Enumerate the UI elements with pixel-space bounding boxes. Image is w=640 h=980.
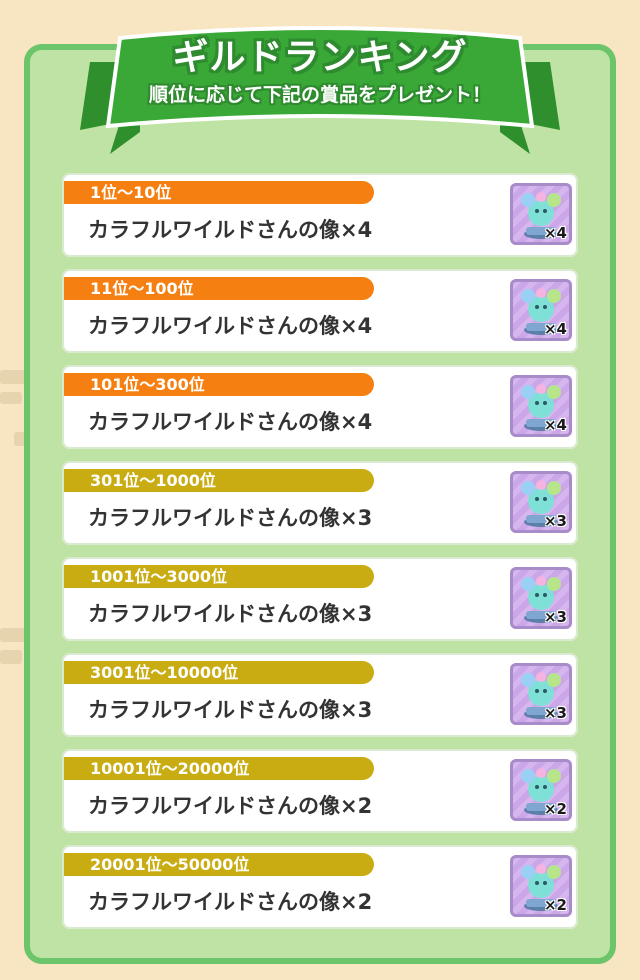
statue-icon: ×3 (510, 663, 572, 725)
rank-range-label: 11位～100位 (64, 277, 374, 300)
statue-icon: ×2 (510, 759, 572, 821)
statue-icon: ×2 (510, 855, 572, 917)
background-decoration (0, 650, 22, 664)
reward-row: 10001位～20000位カラフルワイルドさんの像×2 ×2 (62, 749, 578, 833)
reward-item-name: カラフルワイルドさんの像×3 (88, 698, 373, 722)
reward-item-name: カラフルワイルドさんの像×3 (88, 602, 373, 626)
reward-row: 301位～1000位カラフルワイルドさんの像×3 ×3 (62, 461, 578, 545)
reward-item-name: カラフルワイルドさんの像×4 (88, 410, 373, 434)
statue-icon: ×3 (510, 567, 572, 629)
statue-icon: ×4 (510, 375, 572, 437)
reward-quantity: ×2 (543, 896, 567, 914)
statue-icon: ×3 (510, 471, 572, 533)
rank-range-label: 101位～300位 (64, 373, 374, 396)
reward-quantity: ×4 (543, 320, 567, 338)
reward-row: 20001位～50000位カラフルワイルドさんの像×2 ×2 (62, 845, 578, 929)
reward-quantity: ×3 (543, 512, 567, 530)
statue-icon: ×4 (510, 279, 572, 341)
reward-item-name: カラフルワイルドさんの像×2 (88, 794, 373, 818)
rank-range-label: 10001位～20000位 (64, 757, 374, 780)
reward-row: 1位～10位カラフルワイルドさんの像×4 ×4 (62, 173, 578, 257)
reward-item-name: カラフルワイルドさんの像×4 (88, 218, 373, 242)
background-decoration (0, 392, 22, 404)
page-subtitle: 順位に応じて下記の賞品をプレゼント！ (148, 84, 491, 106)
rank-range-label: 1位～10位 (64, 181, 374, 204)
reward-list: 1位～10位 カラフルワイルドさんの像×4 ×4 11位～100位 カラフルワイルドさん… (62, 173, 578, 941)
reward-quantity: ×3 (543, 608, 567, 626)
reward-quantity: ×2 (543, 800, 567, 818)
statue-icon: ×4 (510, 183, 572, 245)
page-title: ギルドランキング (172, 37, 468, 78)
background-decoration (0, 628, 26, 642)
rank-range-label: 1001位～3000位 (64, 565, 374, 588)
reward-item-name: カラフルワイルドさんの像×2 (88, 890, 373, 914)
rank-range-label: 301位～1000位 (64, 469, 374, 492)
reward-row: 1001位～3000位カラフルワイルドさんの像×3 ×3 (62, 557, 578, 641)
reward-quantity: ×4 (543, 224, 567, 242)
reward-row: 3001位～10000位カラフルワイルドさんの像×3 ×3 (62, 653, 578, 737)
reward-item-name: カラフルワイルドさんの像×3 (88, 506, 373, 530)
rank-range-label: 3001位～10000位 (64, 661, 374, 684)
reward-quantity: ×3 (543, 704, 567, 722)
reward-row: 11位～100位カラフルワイルドさんの像×4 ×4 (62, 269, 578, 353)
reward-item-name: カラフルワイルドさんの像×4 (88, 314, 373, 338)
reward-quantity: ×4 (543, 416, 567, 434)
reward-row: 101位～300位カラフルワイルドさんの像×4 ×4 (62, 365, 578, 449)
rank-range-label: 20001位～50000位 (64, 853, 374, 876)
